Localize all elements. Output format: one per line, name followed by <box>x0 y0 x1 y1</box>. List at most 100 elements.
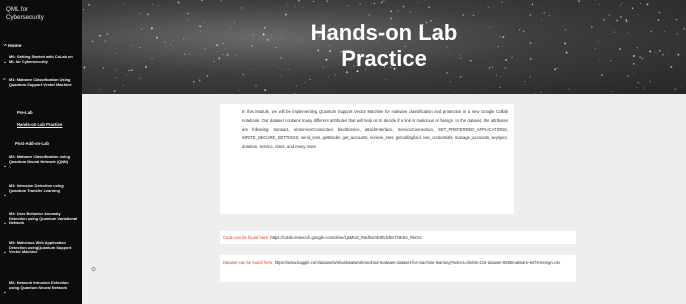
sidebar-item-pre-lab[interactable]: Pre-Lab <box>17 110 33 115</box>
sidebar-item-m0[interactable]: ⌄ M0: Getting Started with CoLab on ML f… <box>0 54 82 71</box>
star <box>681 86 683 88</box>
star <box>280 75 282 77</box>
site-title-line2: Cybersecurity <box>6 13 44 21</box>
star <box>380 1 383 4</box>
chevron-down-icon: ⌄ <box>3 220 7 225</box>
star <box>241 7 243 9</box>
star <box>206 75 209 77</box>
star <box>88 3 90 6</box>
star <box>326 0 329 2</box>
star <box>255 85 257 87</box>
star <box>187 12 189 15</box>
intro-text: In this Module, we will be implementing … <box>242 109 508 150</box>
star <box>115 77 117 79</box>
sidebar-item-label: M3: Intrusion Detection using Quantum Tr… <box>9 183 64 193</box>
star <box>501 1 503 3</box>
star <box>459 76 462 78</box>
star <box>499 76 501 78</box>
star <box>548 14 551 17</box>
star <box>627 75 629 77</box>
sidebar-item-m4[interactable]: ⌄ M4: User Behavior Anomaly Detection us… <box>0 211 82 234</box>
star <box>177 1 180 4</box>
star <box>524 80 526 82</box>
code-link-box: Code can be found here: https://colab.re… <box>220 231 576 244</box>
sidebar-item-m1[interactable]: ^ M1: Malware Classification Using Quant… <box>0 77 82 100</box>
star <box>312 1 315 3</box>
star <box>487 6 490 9</box>
star <box>192 80 195 83</box>
star <box>286 2 288 4</box>
star <box>538 85 540 86</box>
star <box>595 0 596 1</box>
star <box>543 11 546 14</box>
star <box>390 10 393 13</box>
star <box>402 5 405 8</box>
sidebar-item-m5[interactable]: ⌄ M5: Malicious Web Application Detectio… <box>0 240 82 263</box>
sidebar-item-post-add-on-lab[interactable]: Post-Add-on-Lab <box>15 141 49 146</box>
star <box>462 14 464 16</box>
star <box>631 7 634 9</box>
chevron-up-icon: ^ <box>4 44 7 49</box>
star <box>100 88 101 90</box>
sidebar-item-hands-on-lab[interactable]: Hands-on Lab Practice <box>17 122 65 127</box>
code-link-url[interactable]: https://colab.research.google.com/drive/… <box>270 235 421 240</box>
hero-banner: Hands-on Lab Practice <box>82 0 686 94</box>
settings-icon[interactable]: ⊙ <box>91 266 96 273</box>
sidebar-item-label: M4: User Behavior Anomaly Detection usin… <box>9 211 78 226</box>
star <box>417 2 419 4</box>
star <box>139 12 142 15</box>
star <box>436 18 438 19</box>
star <box>152 4 154 6</box>
star <box>264 89 267 91</box>
star <box>636 87 638 88</box>
star <box>479 5 481 7</box>
star <box>328 76 330 78</box>
sidebar-item-m3[interactable]: ⌄ M3: Intrusion Detection using Quantum … <box>0 183 82 206</box>
page-title-line2: Practice <box>341 46 427 71</box>
sidebar-item-label: M5: Malicious Web Application Detection … <box>9 240 72 255</box>
star <box>454 90 456 92</box>
star <box>540 91 542 94</box>
star <box>368 14 370 16</box>
sidebar-item-label: M6: Network Intrusion Detection using Qu… <box>9 280 69 290</box>
sidebar-item-label: M2: Malware Classification using Quantum… <box>9 154 70 164</box>
sidebar-item-label: M0: Getting Started with CoLab on ML for… <box>9 54 73 64</box>
code-link-label: Code can be found here: <box>223 234 270 240</box>
star <box>257 14 259 16</box>
star <box>298 0 300 2</box>
star <box>309 78 311 81</box>
star <box>531 3 534 6</box>
dataset-link-box: Dataset can be found here: https://www.k… <box>220 255 576 282</box>
chevron-down-icon: ⌄ <box>3 59 7 64</box>
star <box>304 82 306 84</box>
chevron-down-icon: ⌄ <box>3 289 7 294</box>
star <box>347 5 349 7</box>
nav-home[interactable]: ^ Home <box>0 43 82 50</box>
star <box>646 3 649 6</box>
star <box>248 73 249 75</box>
star <box>499 86 501 89</box>
star <box>242 73 245 76</box>
sidebar-nav: ^ Home <box>0 43 82 50</box>
star <box>409 11 411 13</box>
star <box>371 2 373 4</box>
star <box>201 0 203 1</box>
star <box>674 88 677 91</box>
sidebar-item-m6[interactable]: ⌄ M6: Network Intrusion Detection using … <box>0 280 82 303</box>
star <box>473 14 475 16</box>
star <box>621 2 623 4</box>
star <box>295 85 297 87</box>
star <box>449 81 451 82</box>
chevron-down-icon: ⌄ <box>3 192 7 197</box>
site-title[interactable]: QML for Cybersecurity <box>0 0 82 21</box>
star <box>397 10 399 12</box>
star <box>286 5 288 7</box>
star <box>126 74 128 76</box>
chevron-up-icon: ^ <box>3 77 6 82</box>
intro-card: In this Module, we will be implementing … <box>220 104 514 214</box>
sidebar-item-m2[interactable]: ⌄ M2: Malware Classification using Quant… <box>0 154 82 177</box>
star <box>633 73 635 75</box>
star <box>619 5 621 7</box>
dataset-link-url[interactable]: https://www.kaggle.com/datasets/shashwat… <box>275 260 560 265</box>
star <box>373 2 375 4</box>
